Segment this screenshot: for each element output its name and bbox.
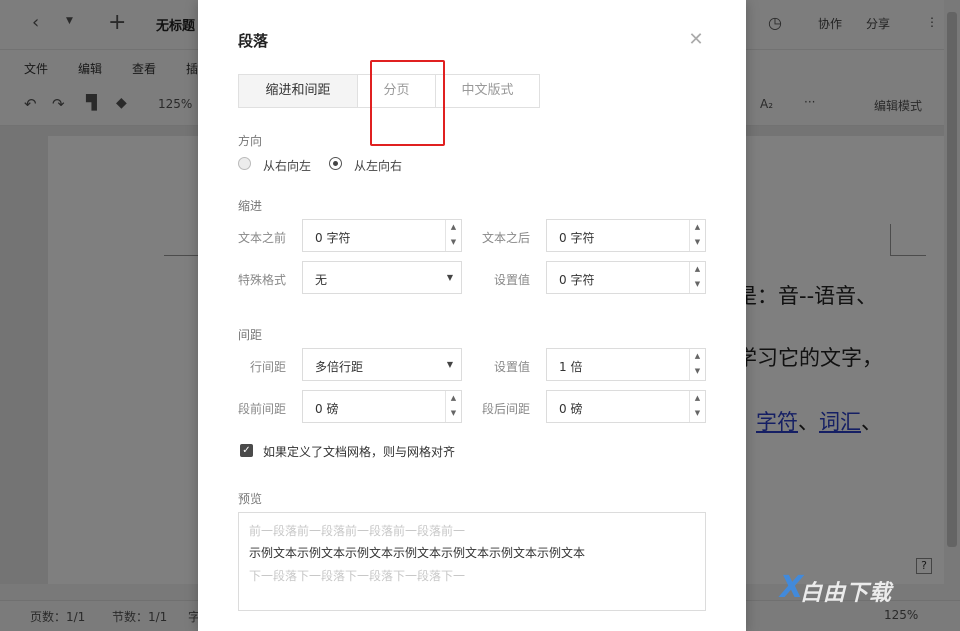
line-set-value[interactable]: 1 倍 — [559, 358, 582, 375]
stepper[interactable]: ▲ ▼ — [689, 220, 705, 251]
radio-rtl[interactable] — [238, 157, 251, 170]
radio-rtl-label[interactable]: 从右向左 — [263, 157, 311, 174]
line-set-field[interactable]: 1 倍 ▲ ▼ — [546, 348, 706, 381]
chevron-down-icon[interactable]: ▼ — [447, 360, 453, 369]
special-set-field[interactable]: 0 字符 ▲ ▼ — [546, 261, 706, 294]
stepper-up-icon[interactable]: ▲ — [690, 349, 705, 364]
space-after-field[interactable]: 0 磅 ▲ ▼ — [546, 390, 706, 423]
indent-after-value[interactable]: 0 字符 — [559, 229, 594, 246]
stepper-down-icon[interactable]: ▼ — [690, 406, 705, 421]
tab-chinese-layout[interactable]: 中文版式 — [436, 74, 540, 108]
stepper-down-icon[interactable]: ▼ — [446, 235, 461, 250]
special-set-label: 设置值 — [493, 273, 530, 287]
special-format-select[interactable]: 无 ▼ — [302, 261, 462, 294]
special-format-label: 特殊格式 — [237, 273, 286, 287]
space-before-label: 段前间距 — [237, 402, 286, 416]
space-before-field[interactable]: 0 磅 ▲ ▼ — [302, 390, 462, 423]
dialog-title: 段落 — [238, 32, 269, 50]
line-spacing-value[interactable]: 多倍行距 — [315, 358, 363, 375]
radio-ltr[interactable] — [329, 157, 342, 170]
stepper-up-icon[interactable]: ▲ — [690, 262, 705, 277]
preview-prev-line: 前一段落前一段落前一段落前一段落前一 — [249, 524, 466, 538]
watermark-text: 白由下载 — [800, 581, 893, 606]
tab-indent-spacing[interactable]: 缩进和间距 — [238, 74, 358, 108]
paragraph-dialog: 段落 ✕ 缩进和间距 分页 中文版式 方向 从右向左 从左向右 缩进 文本之前 … — [198, 0, 746, 631]
stepper[interactable]: ▲ ▼ — [445, 391, 461, 422]
direction-heading: 方向 — [238, 134, 263, 148]
line-spacing-select[interactable]: 多倍行距 ▼ — [302, 348, 462, 381]
preview-next-line: 下一段落下一段落下一段落下一段落下一 — [249, 569, 466, 583]
line-spacing-label: 行间距 — [249, 360, 286, 374]
spacing-heading: 间距 — [238, 328, 263, 342]
stepper[interactable]: ▲ ▼ — [445, 220, 461, 251]
highlight-box — [370, 60, 445, 146]
space-before-value[interactable]: 0 磅 — [315, 400, 338, 417]
stepper-up-icon[interactable]: ▲ — [690, 220, 705, 235]
indent-before-value[interactable]: 0 字符 — [315, 229, 350, 246]
indent-before-label: 文本之前 — [237, 231, 286, 245]
space-after-label: 段后间距 — [481, 402, 530, 416]
stepper[interactable]: ▲ ▼ — [689, 349, 705, 380]
special-format-value[interactable]: 无 — [315, 271, 327, 288]
indent-after-field[interactable]: 0 字符 ▲ ▼ — [546, 219, 706, 252]
indent-heading: 缩进 — [238, 199, 263, 213]
grid-align-checkbox[interactable]: ✓ — [240, 444, 253, 457]
stepper-up-icon[interactable]: ▲ — [446, 391, 461, 406]
preview-heading: 预览 — [238, 492, 263, 506]
stepper-down-icon[interactable]: ▼ — [690, 235, 705, 250]
stepper-down-icon[interactable]: ▼ — [690, 277, 705, 292]
space-after-value[interactable]: 0 磅 — [559, 400, 582, 417]
special-set-value[interactable]: 0 字符 — [559, 271, 594, 288]
stepper[interactable]: ▲ ▼ — [689, 262, 705, 293]
stepper-up-icon[interactable]: ▲ — [690, 391, 705, 406]
preview-box: 前一段落前一段落前一段落前一段落前一 示例文本示例文本示例文本示例文本示例文本示… — [238, 512, 706, 611]
preview-sample-line: 示例文本示例文本示例文本示例文本示例文本示例文本示例文本 — [249, 546, 586, 560]
chevron-down-icon[interactable]: ▼ — [447, 273, 453, 282]
line-set-label: 设置值 — [493, 360, 530, 374]
radio-ltr-label[interactable]: 从左向右 — [354, 157, 402, 174]
indent-before-field[interactable]: 0 字符 ▲ ▼ — [302, 219, 462, 252]
stepper[interactable]: ▲ ▼ — [689, 391, 705, 422]
stepper-up-icon[interactable]: ▲ — [446, 220, 461, 235]
indent-after-label: 文本之后 — [481, 231, 530, 245]
stepper-down-icon[interactable]: ▼ — [690, 364, 705, 379]
stepper-down-icon[interactable]: ▼ — [446, 406, 461, 421]
grid-align-label[interactable]: 如果定义了文档网格，则与网格对齐 — [263, 443, 455, 460]
close-icon[interactable]: ✕ — [686, 30, 706, 50]
